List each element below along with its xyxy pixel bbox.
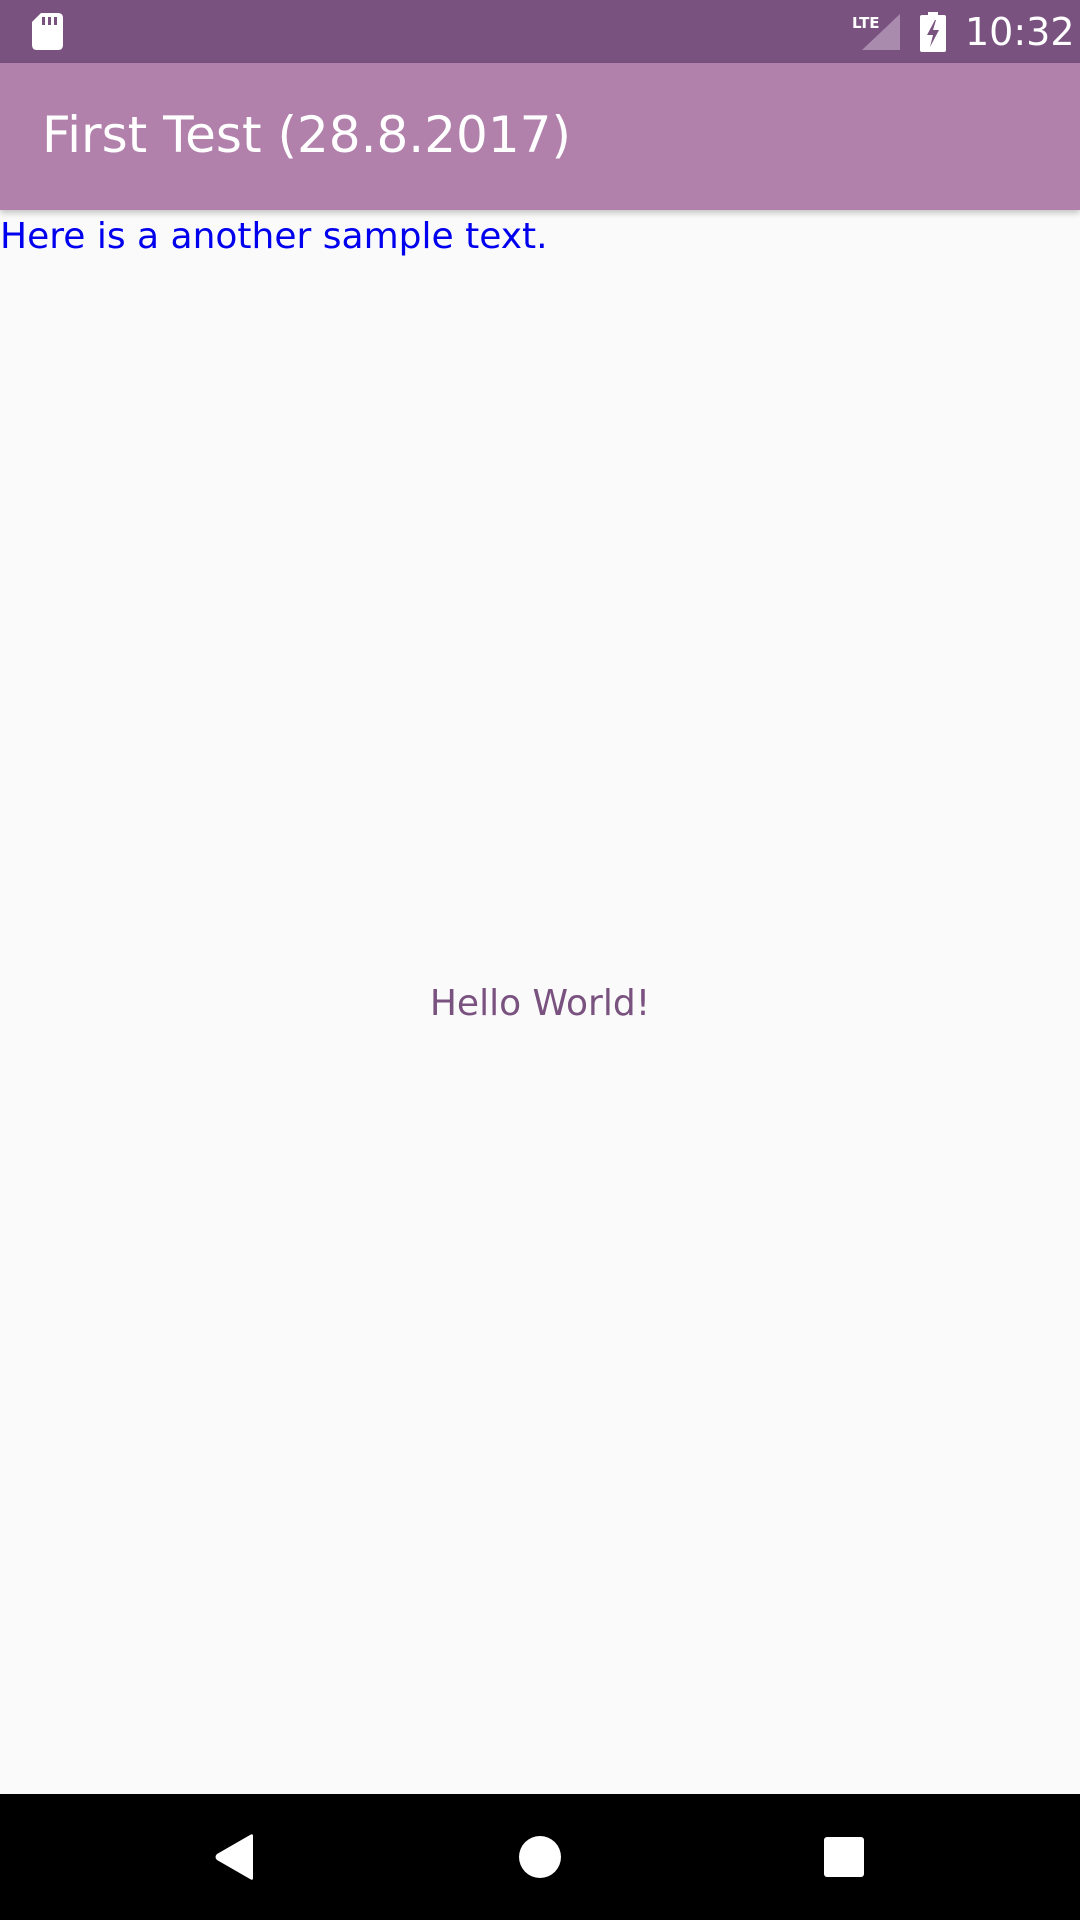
lte-signal-icon: LTE (852, 14, 900, 50)
recents-button[interactable] (784, 1794, 904, 1920)
lte-label: LTE (852, 14, 880, 32)
status-clock: 10:32 (965, 10, 1075, 54)
app-bar: First Test (28.8.2017) (0, 63, 1080, 210)
hello-world-text: Hello World! (429, 983, 651, 1024)
back-button[interactable] (175, 1794, 295, 1920)
navigation-bar (0, 1794, 1080, 1920)
back-icon (215, 1834, 253, 1880)
screen: LTE 10:32 First Test (28.8.2017) Here is… (0, 0, 1080, 1920)
home-icon (519, 1836, 561, 1878)
sample-text: Here is a another sample text. (0, 216, 548, 257)
app-title: First Test (28.8.2017) (42, 106, 571, 164)
status-bar: LTE 10:32 (0, 0, 1080, 63)
home-button[interactable] (480, 1794, 600, 1920)
sd-card-icon (32, 13, 63, 50)
battery-charging-icon (920, 12, 946, 52)
recents-icon (824, 1837, 864, 1877)
